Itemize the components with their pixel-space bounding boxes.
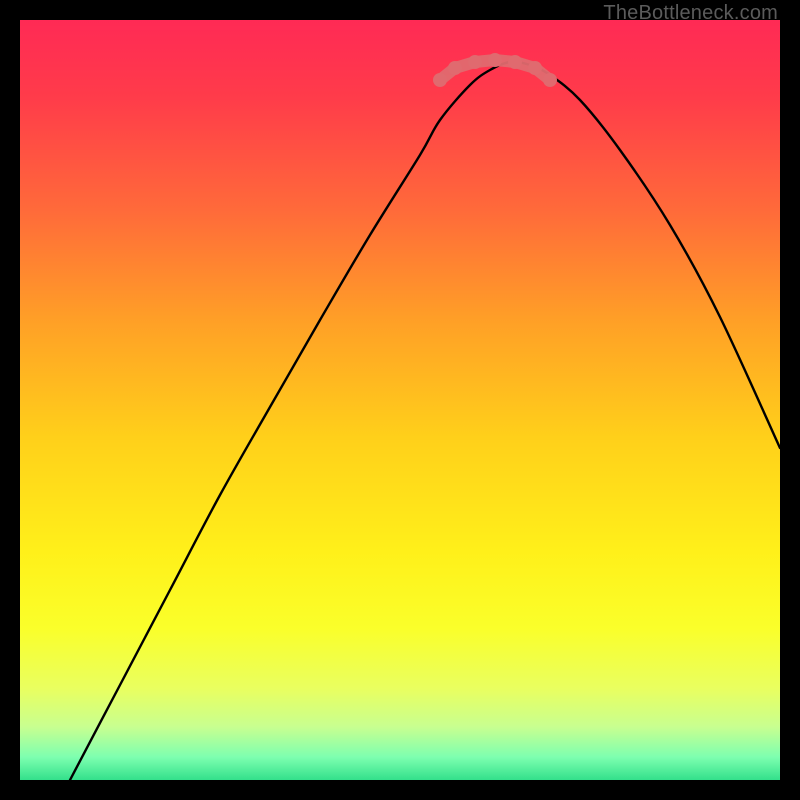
curve-layer <box>20 20 780 780</box>
trough-dot <box>528 61 542 75</box>
trough-marker <box>433 53 557 87</box>
chart-frame: TheBottleneck.com <box>0 0 800 800</box>
bottleneck-curve <box>70 62 780 780</box>
plot-area <box>20 20 780 780</box>
trough-dot <box>433 73 447 87</box>
trough-dot <box>543 73 557 87</box>
trough-dot <box>448 61 462 75</box>
trough-dot <box>508 55 522 69</box>
trough-dot <box>468 55 482 69</box>
trough-dot <box>488 53 502 67</box>
